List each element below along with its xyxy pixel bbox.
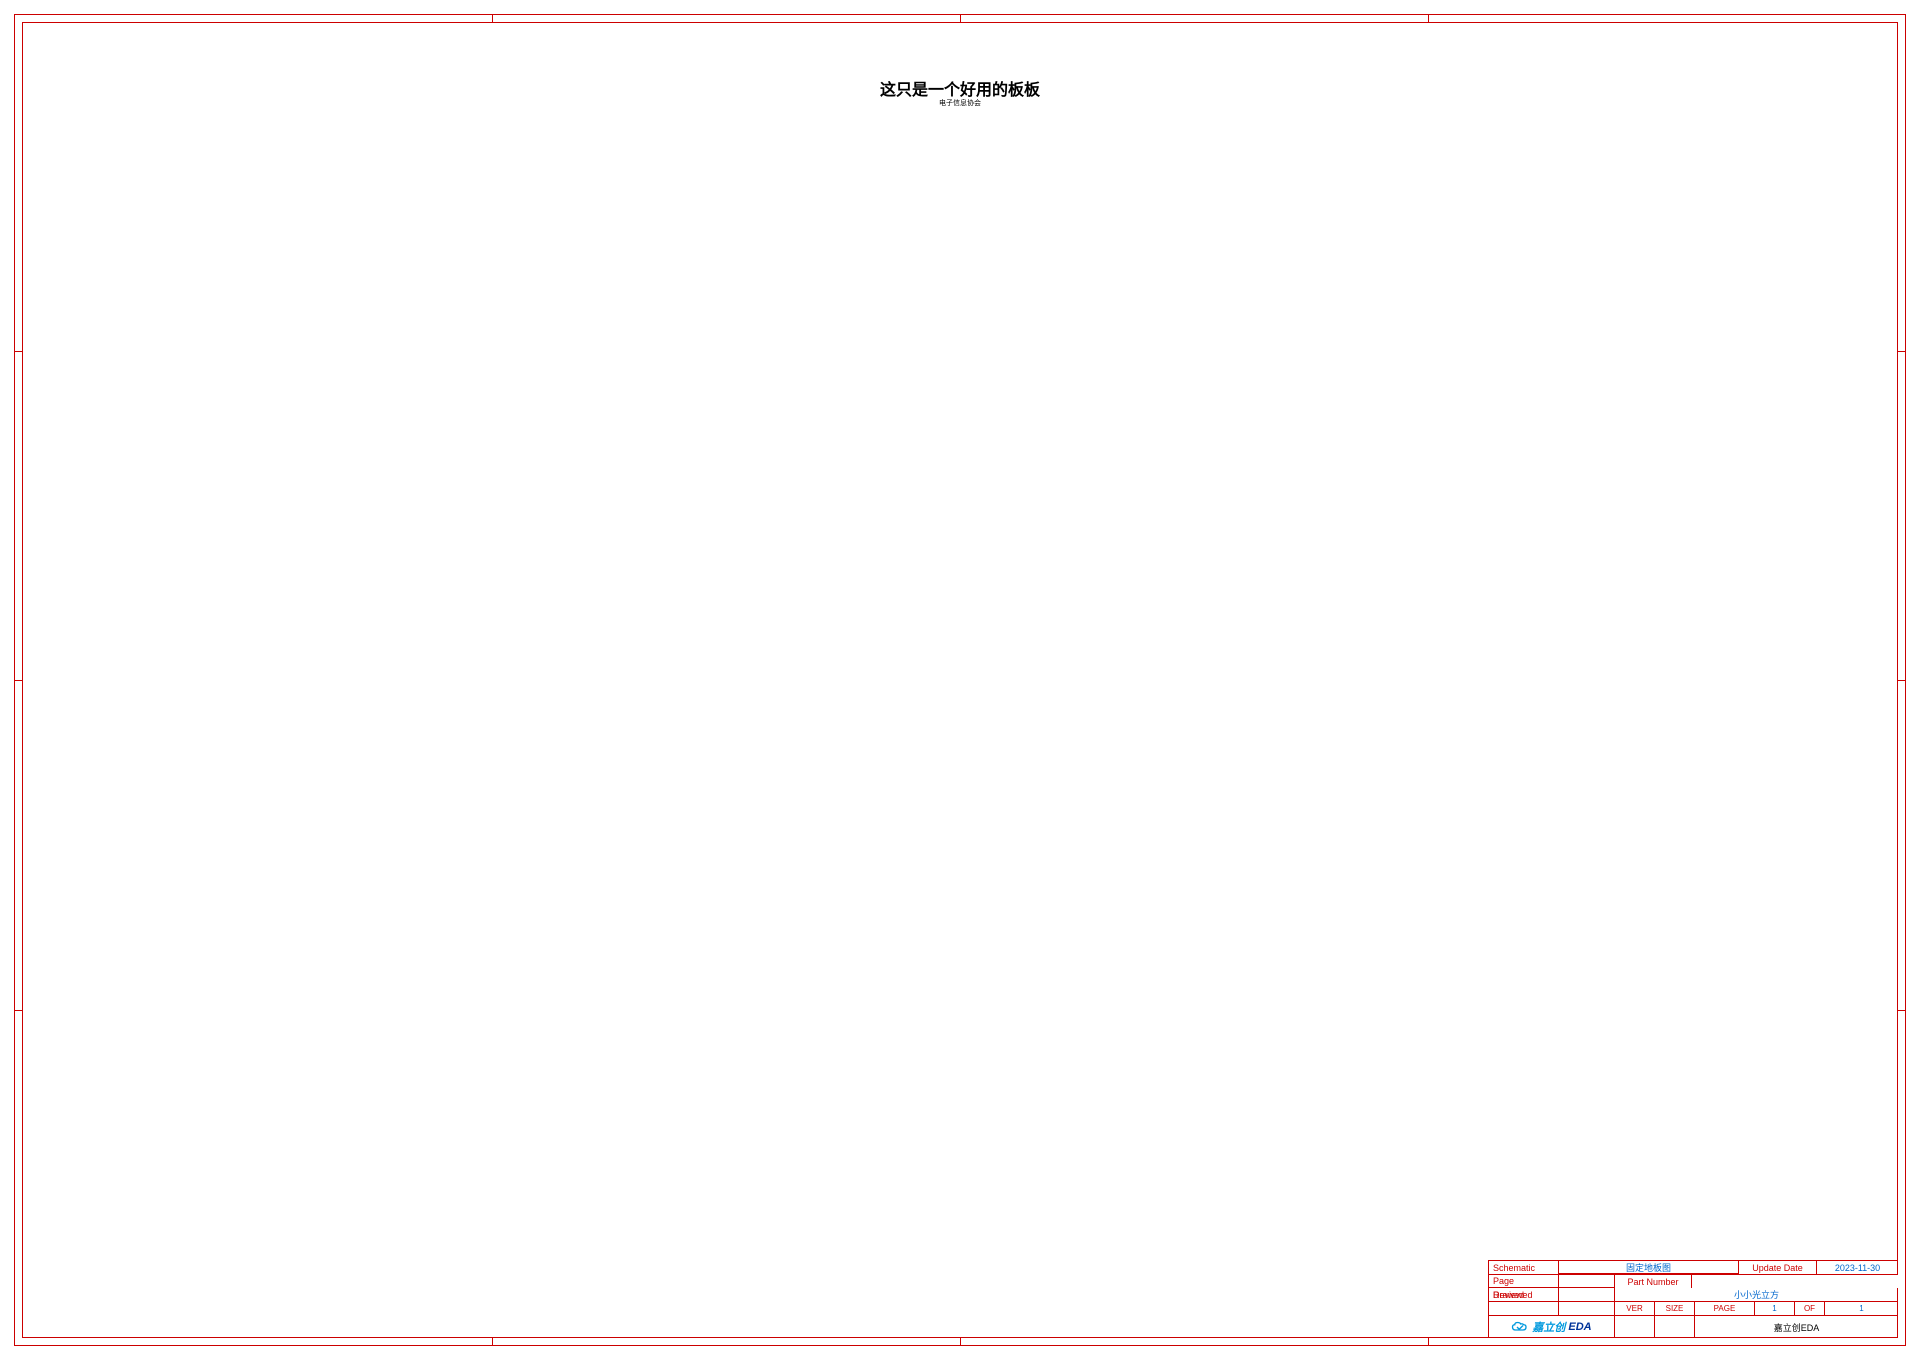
frame-tick bbox=[14, 1010, 22, 1011]
frame-tick bbox=[492, 14, 493, 22]
ver-value bbox=[1615, 1316, 1655, 1338]
schematic-subtitle: 电子信息协会 bbox=[0, 98, 1920, 108]
size-value bbox=[1655, 1316, 1695, 1338]
tool-name: 嘉立创EDA bbox=[1695, 1316, 1898, 1338]
frame-tick bbox=[960, 14, 961, 22]
frame-tick bbox=[14, 351, 22, 352]
frame-tick bbox=[1428, 1338, 1429, 1346]
frame-tick bbox=[960, 1338, 961, 1346]
part-number-label: Part Number bbox=[1614, 1274, 1692, 1288]
reviewed-label: Reviewed bbox=[1489, 1288, 1559, 1301]
drawing-frame-inner bbox=[22, 22, 1898, 1338]
cloud-icon bbox=[1511, 1321, 1529, 1333]
size-label: SIZE bbox=[1655, 1302, 1695, 1315]
page-label: Page bbox=[1489, 1274, 1559, 1287]
frame-tick bbox=[1428, 14, 1429, 22]
part-number-value bbox=[1692, 1274, 1898, 1288]
logo-suffix: EDA bbox=[1568, 1321, 1591, 1333]
reviewed-value bbox=[1559, 1288, 1615, 1301]
eda-logo: 嘉立创EDA bbox=[1489, 1316, 1615, 1338]
frame-tick bbox=[492, 1338, 493, 1346]
logo-brand: 嘉立创 bbox=[1532, 1319, 1565, 1335]
frame-tick bbox=[1898, 351, 1906, 352]
schematic-value: 固定地板图 bbox=[1559, 1261, 1739, 1274]
schematic-label: Schematic bbox=[1489, 1261, 1559, 1274]
page2-label: PAGE bbox=[1695, 1302, 1755, 1315]
blank-value bbox=[1559, 1302, 1615, 1315]
frame-tick bbox=[1898, 680, 1906, 681]
blank-label bbox=[1489, 1302, 1559, 1315]
company-name: 小小光立方 bbox=[1615, 1288, 1898, 1301]
of-label: OF bbox=[1795, 1302, 1825, 1315]
page-num: 1 bbox=[1755, 1302, 1795, 1315]
update-date-label: Update Date bbox=[1739, 1261, 1817, 1274]
frame-tick bbox=[14, 680, 22, 681]
frame-tick bbox=[1898, 1010, 1906, 1011]
ver-label: VER bbox=[1615, 1302, 1655, 1315]
schematic-title: 这只是一个好用的板板 bbox=[0, 76, 1920, 100]
title-block: Schematic 固定地板图 Update Date 2023-11-30 P… bbox=[1488, 1260, 1898, 1338]
update-date-value: 2023-11-30 bbox=[1817, 1261, 1898, 1274]
page-total: 1 bbox=[1825, 1302, 1898, 1315]
